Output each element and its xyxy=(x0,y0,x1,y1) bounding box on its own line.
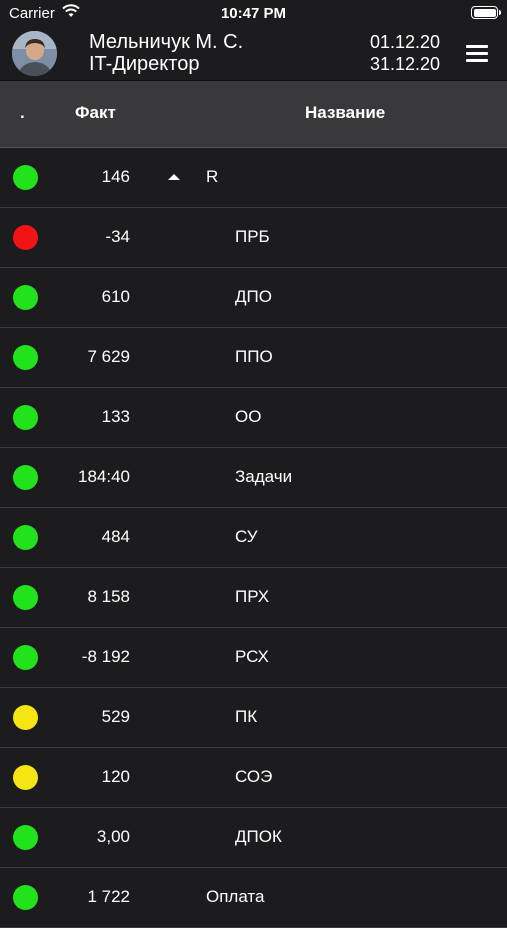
table-row[interactable]: 484 СУ xyxy=(0,508,507,568)
status-indicator xyxy=(13,165,38,190)
user-name: Мельничук М. С. xyxy=(89,31,244,53)
table-row[interactable]: 133 ОО xyxy=(0,388,507,448)
sort-up-icon[interactable] xyxy=(168,174,180,180)
column-status-header[interactable]: . xyxy=(20,103,25,123)
status-indicator xyxy=(13,705,38,730)
status-indicator xyxy=(13,345,38,370)
battery-icon xyxy=(471,6,501,19)
fact-value: 146 xyxy=(101,167,130,186)
fact-value: 133 xyxy=(101,407,130,426)
status-indicator xyxy=(13,645,38,670)
table-header: . Факт Название xyxy=(0,81,507,148)
fact-value: 529 xyxy=(101,707,130,726)
table-row[interactable]: 1 722 Оплата xyxy=(0,868,507,928)
row-name: R xyxy=(206,167,219,186)
status-indicator xyxy=(13,225,38,250)
row-name: СОЭ xyxy=(235,767,273,786)
fact-value: 484 xyxy=(101,527,130,546)
status-indicator xyxy=(13,465,38,490)
table-row[interactable]: 146 R xyxy=(0,148,507,208)
column-name-header[interactable]: Название xyxy=(305,103,385,123)
fact-value: 610 xyxy=(101,287,130,306)
table-row[interactable]: -34 ПРБ xyxy=(0,208,507,268)
row-name: СУ xyxy=(235,527,258,546)
row-name: ПРБ xyxy=(235,227,270,246)
profile-header: Мельничук М. С. IT-Директор 01.12.20 31.… xyxy=(0,28,507,81)
user-role: IT-Директор xyxy=(89,53,200,75)
row-name: ОО xyxy=(235,407,262,426)
status-indicator xyxy=(13,585,38,610)
row-name: РСХ xyxy=(235,647,269,666)
row-name: ПК xyxy=(235,707,258,726)
fact-value: 8 158 xyxy=(87,587,130,606)
table-row[interactable]: 529 ПК xyxy=(0,688,507,748)
fact-value: -34 xyxy=(105,227,130,246)
fact-value: 184:40 xyxy=(78,467,130,486)
fact-value: 3,00 xyxy=(96,827,130,846)
status-indicator xyxy=(13,885,38,910)
table-row[interactable]: 184:40 Задачи xyxy=(0,448,507,508)
row-name: ДПОК xyxy=(235,827,282,846)
row-name: ППО xyxy=(235,347,273,366)
status-indicator xyxy=(13,525,38,550)
avatar[interactable] xyxy=(12,31,57,76)
row-name: ДПО xyxy=(235,287,272,306)
row-name: ПРХ xyxy=(235,587,270,606)
table-row[interactable]: 3,00 ДПОК xyxy=(0,808,507,868)
fact-value: 120 xyxy=(101,767,130,786)
table-row[interactable]: 7 629 ППО xyxy=(0,328,507,388)
status-indicator xyxy=(13,825,38,850)
hamburger-menu-icon[interactable] xyxy=(462,42,494,68)
data-table: 146 R -34 ПРБ 610 ДПО 7 629 ППО 133 ОО 1… xyxy=(0,148,507,928)
table-row[interactable]: 120 СОЭ xyxy=(0,748,507,808)
status-indicator xyxy=(13,285,38,310)
date-to[interactable]: 31.12.20 xyxy=(370,54,440,75)
status-bar: Carrier 10:47 PM xyxy=(0,0,507,28)
column-fact-header[interactable]: Факт xyxy=(75,103,116,123)
fact-value: 7 629 xyxy=(87,347,130,366)
table-row[interactable]: -8 192 РСХ xyxy=(0,628,507,688)
status-indicator xyxy=(13,405,38,430)
row-name: Оплата xyxy=(206,887,265,906)
fact-value: 1 722 xyxy=(87,887,130,906)
status-indicator xyxy=(13,765,38,790)
table-row[interactable]: 8 158 ПРХ xyxy=(0,568,507,628)
date-from[interactable]: 01.12.20 xyxy=(370,32,440,53)
table-row[interactable]: 610 ДПО xyxy=(0,268,507,328)
row-name: Задачи xyxy=(235,467,293,486)
fact-value: -8 192 xyxy=(81,647,130,666)
status-time: 10:47 PM xyxy=(220,5,287,22)
